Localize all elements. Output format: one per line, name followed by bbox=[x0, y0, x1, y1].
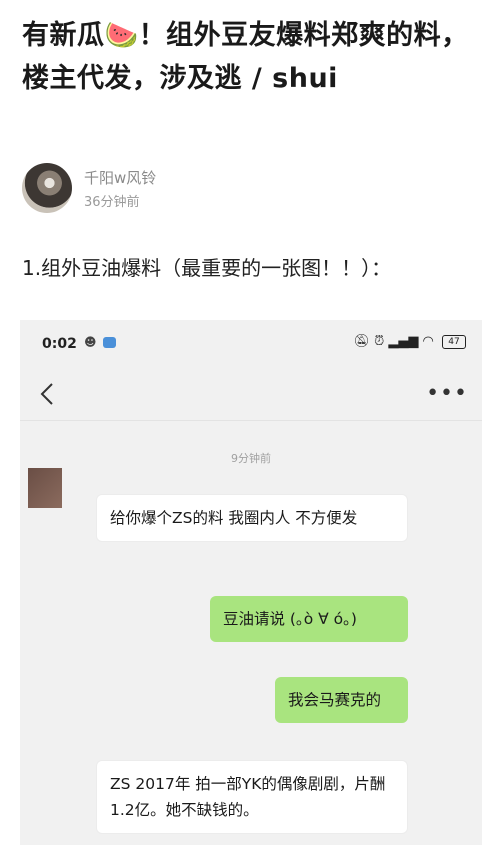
alarm-icon: ⏰︎ bbox=[374, 334, 385, 349]
wifi-icon: ◠ bbox=[422, 334, 434, 349]
back-chevron-icon[interactable] bbox=[34, 380, 60, 408]
chat-nav-bar: ••• bbox=[20, 368, 482, 421]
status-time: 0:02 bbox=[42, 336, 77, 352]
post-timestamp: 36分钟前 bbox=[84, 195, 140, 210]
signal-icon: ▂▄▆ bbox=[388, 334, 419, 349]
message-timestamp: 9分钟前 bbox=[231, 452, 271, 465]
contact-avatar[interactable] bbox=[28, 468, 62, 508]
author-avatar[interactable] bbox=[22, 163, 72, 213]
more-options-icon[interactable]: ••• bbox=[426, 383, 468, 405]
status-right-icons: 🔕︎ ⏰︎ ▂▄▆ ◠ 47 bbox=[353, 334, 466, 349]
app-notification-icon: ☻ bbox=[84, 335, 97, 349]
section-heading: 1.组外豆油爆料（最重要的一张图！！）： bbox=[22, 256, 392, 280]
post-title: 有新瓜🍉！组外豆友爆料郑爽的料，楼主代发，涉及逃 / shui bbox=[22, 20, 469, 94]
message-bubble-received: ZS 2017年 拍一部YK的偶像剧剧，片酬1.2亿。她不缺钱的。 bbox=[96, 760, 408, 834]
message-bubble-sent: 我会马赛克的 bbox=[275, 677, 408, 723]
message-bubble-received: 给你爆个ZS的料 我圈内人 不方便发 bbox=[96, 494, 408, 542]
battery-icon: 47 bbox=[442, 334, 466, 349]
author-row[interactable]: 千阳w风铃 36分钟前 bbox=[22, 163, 322, 213]
author-name[interactable]: 千阳w风铃 bbox=[84, 167, 156, 188]
message-bubble-sent: 豆油请说 (｡ò ∀ ó｡) bbox=[210, 596, 408, 642]
message-app-icon bbox=[102, 337, 116, 348]
chat-screenshot-image: 0:02 ☻ 🔕︎ ⏰︎ ▂▄▆ ◠ 47 ••• 9分钟前 给你爆个ZS的料 … bbox=[20, 320, 482, 845]
mute-icon: 🔕︎ bbox=[353, 334, 370, 349]
status-bar: 0:02 ☻ 🔕︎ ⏰︎ ▂▄▆ ◠ 47 bbox=[20, 320, 482, 368]
notification-icons: ☻ bbox=[84, 335, 116, 349]
